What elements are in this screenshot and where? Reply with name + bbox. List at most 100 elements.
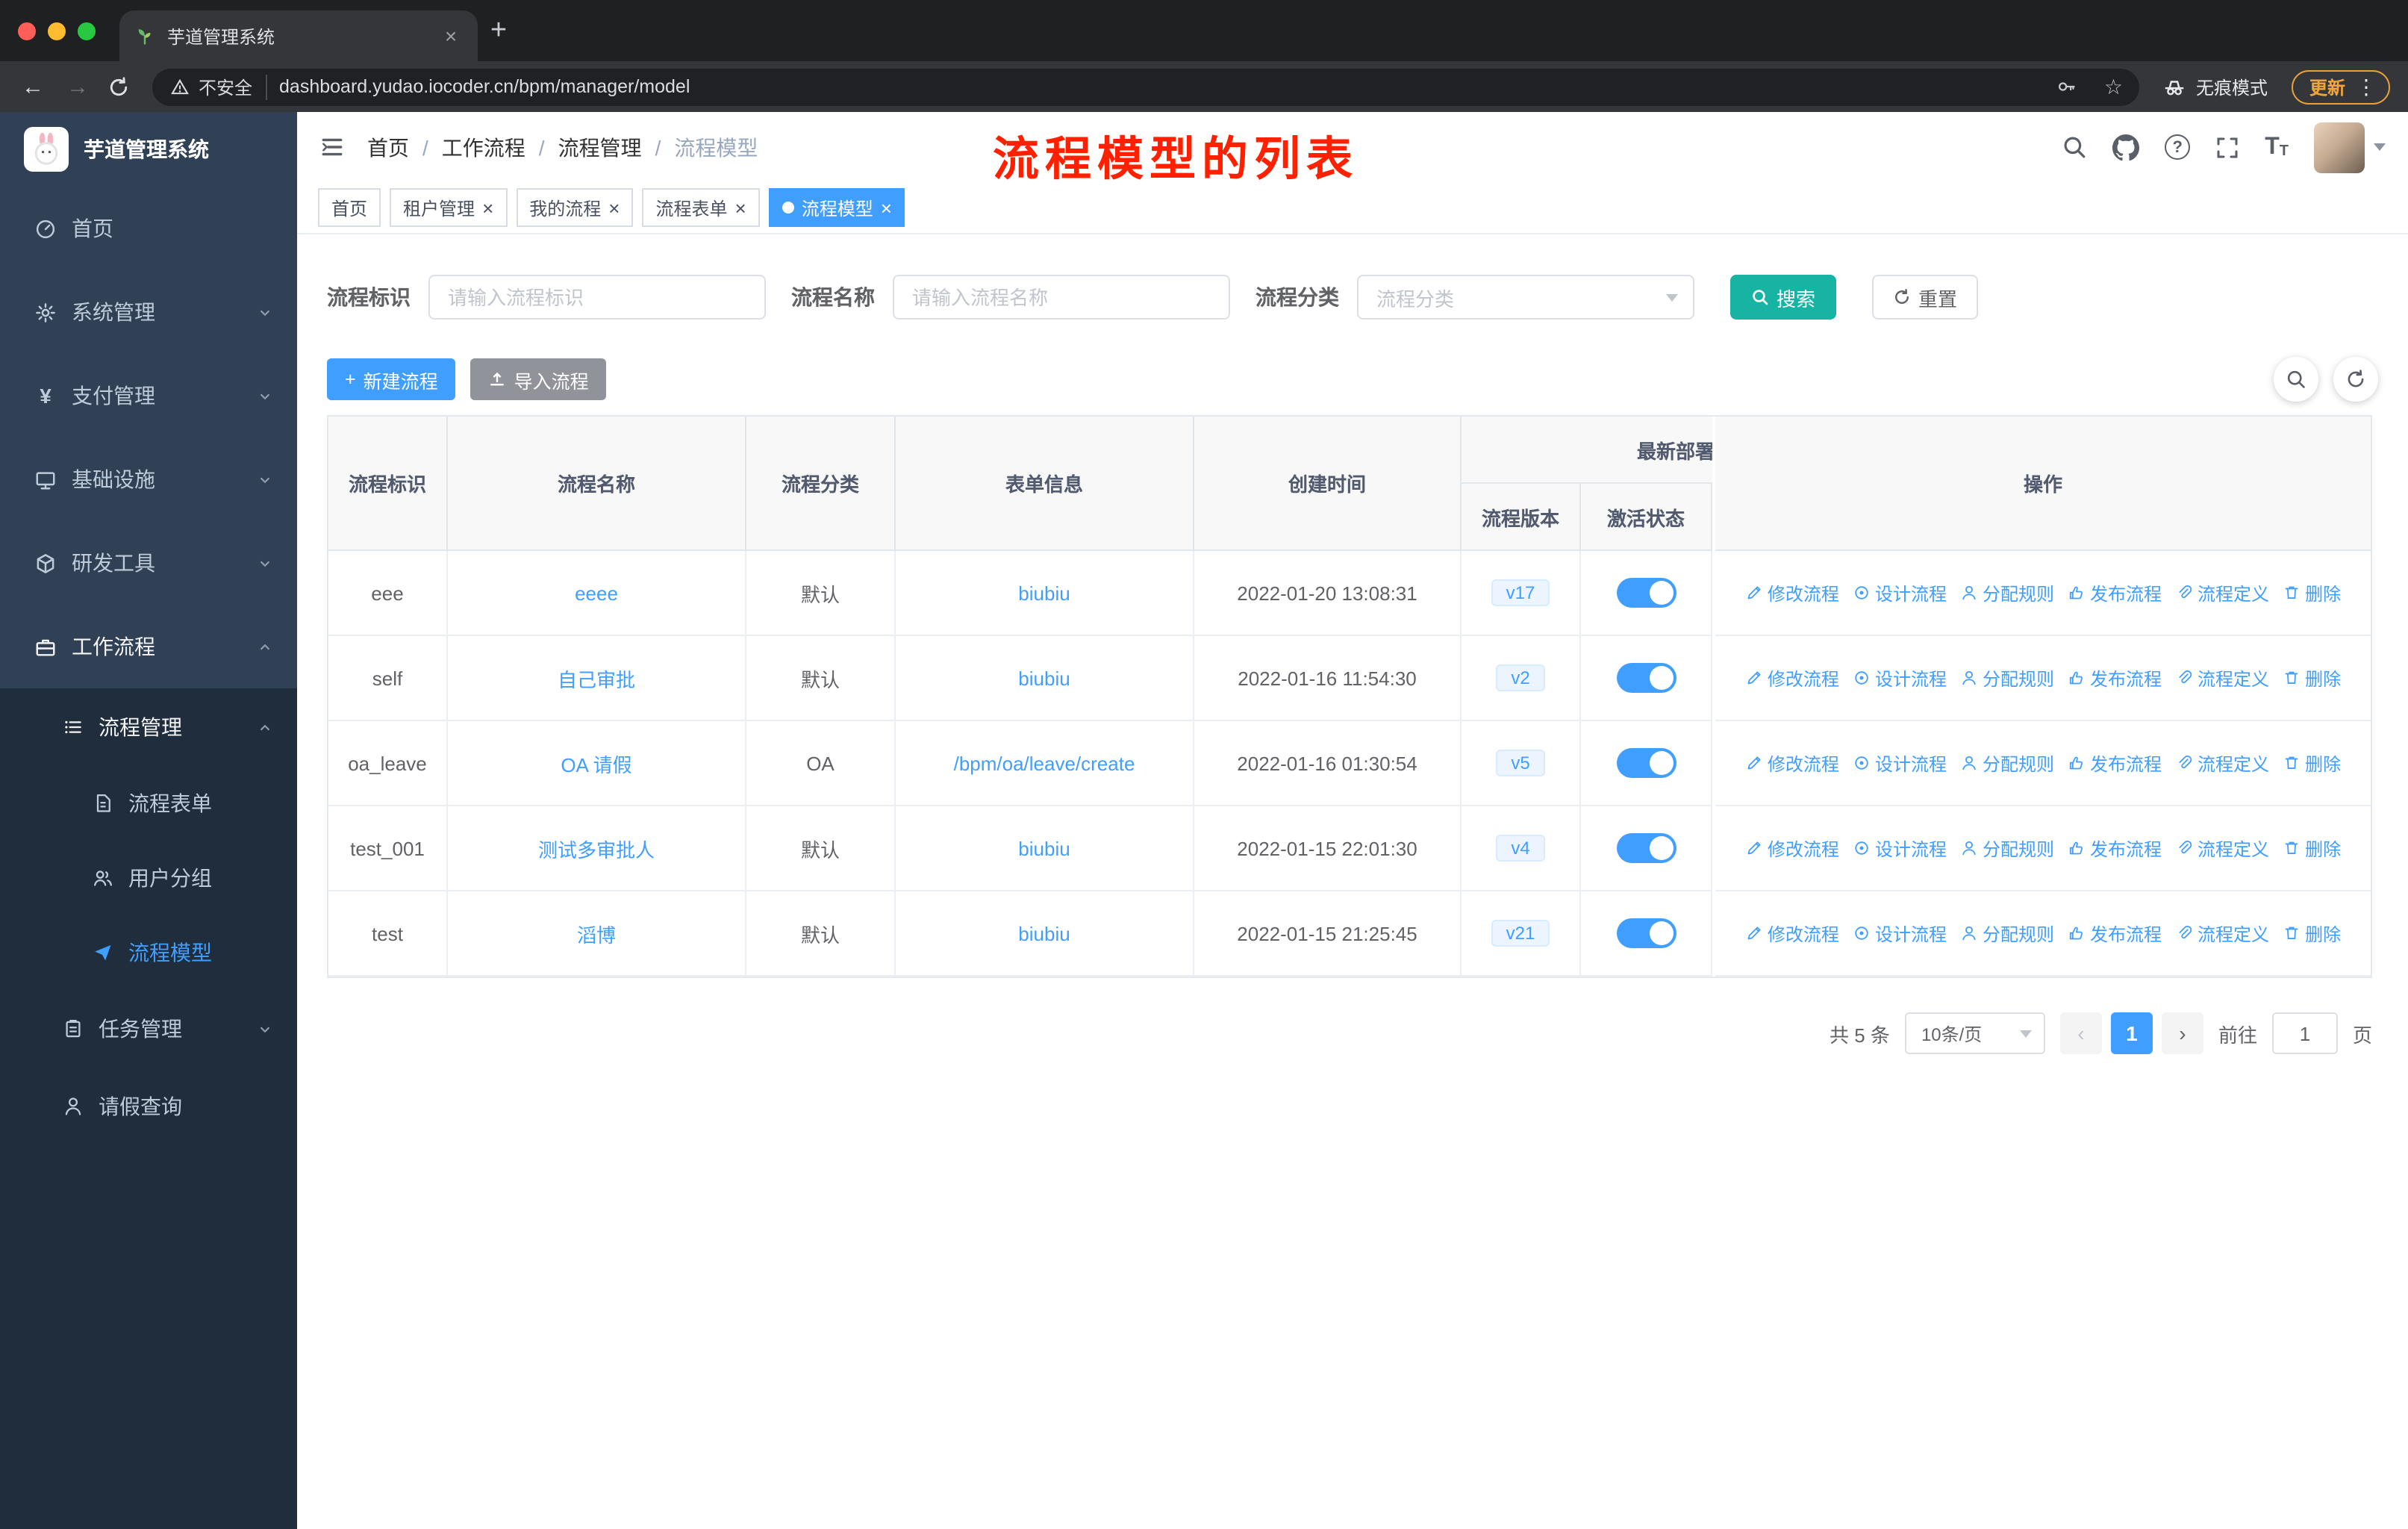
font-size-icon[interactable]: TT [2265, 134, 2289, 159]
browser-menu-icon[interactable]: ⋮ [2356, 74, 2377, 99]
action-publish-process[interactable]: 发布流程 [2068, 921, 2162, 946]
sidebar-item-infrastructure[interactable]: 基础设施 [0, 437, 297, 521]
action-delete[interactable]: 删除 [2283, 665, 2341, 691]
sidebar-item-process-management[interactable]: 流程管理 [0, 688, 297, 766]
sidebar-item-leave-query[interactable]: 请假查询 [0, 1068, 297, 1145]
window-minimize-button[interactable] [48, 22, 66, 40]
toggle-search-button[interactable] [2274, 357, 2318, 402]
action-process-definition[interactable]: 流程定义 [2175, 580, 2269, 605]
import-process-button[interactable]: 导入流程 [470, 358, 607, 400]
window-close-button[interactable] [18, 22, 36, 40]
prev-page-button[interactable]: ‹ [2059, 1012, 2102, 1054]
action-process-definition[interactable]: 流程定义 [2175, 835, 2269, 861]
goto-page-input[interactable] [2271, 1012, 2338, 1054]
process-name-input[interactable] [893, 275, 1230, 320]
action-process-definition[interactable]: 流程定义 [2175, 921, 2269, 946]
action-edit-process[interactable]: 修改流程 [1745, 665, 1839, 691]
action-edit-process[interactable]: 修改流程 [1745, 835, 1839, 861]
form-info-link[interactable]: /bpm/oa/leave/create [954, 752, 1135, 774]
sidebar-item-user-group[interactable]: 用户分组 [0, 841, 297, 915]
reset-button[interactable]: 重置 [1872, 275, 1979, 320]
action-assign-rule[interactable]: 分配规则 [1960, 835, 2054, 861]
tag-process-model[interactable]: 流程模型 × [768, 188, 905, 227]
browser-tab[interactable]: 芋道管理系统 × [119, 10, 478, 61]
form-info-link[interactable]: biubiu [1018, 582, 1070, 604]
window-zoom-button[interactable] [78, 22, 96, 40]
action-design-process[interactable]: 设计流程 [1853, 835, 1947, 861]
active-toggle[interactable] [1616, 748, 1676, 778]
action-assign-rule[interactable]: 分配规则 [1960, 750, 2054, 776]
search-icon[interactable] [2062, 134, 2087, 160]
page-button-1[interactable]: 1 [2110, 1012, 2153, 1054]
tag-home[interactable]: 首页 [318, 188, 381, 227]
action-delete[interactable]: 删除 [2283, 750, 2341, 776]
create-process-button[interactable]: + 新建流程 [327, 358, 456, 400]
tag-my-process[interactable]: 我的流程 × [516, 188, 634, 227]
action-assign-rule[interactable]: 分配规则 [1960, 580, 2054, 605]
github-icon[interactable] [2112, 134, 2140, 161]
tag-tenant-management[interactable]: 租户管理 × [390, 188, 508, 227]
tag-close-icon[interactable]: × [735, 198, 746, 217]
active-toggle[interactable] [1616, 833, 1676, 863]
password-key-icon[interactable] [2056, 76, 2077, 97]
tab-close-icon[interactable]: × [439, 24, 463, 48]
tag-close-icon[interactable]: × [881, 198, 892, 217]
sidebar-item-home[interactable]: 首页 [0, 187, 297, 270]
process-name-link[interactable]: eeee [575, 582, 618, 604]
sidebar-item-task-management[interactable]: 任务管理 [0, 990, 297, 1068]
user-avatar[interactable] [2314, 122, 2386, 172]
action-design-process[interactable]: 设计流程 [1853, 921, 1947, 946]
next-page-button[interactable]: › [2161, 1012, 2203, 1054]
action-publish-process[interactable]: 发布流程 [2068, 580, 2162, 605]
active-toggle[interactable] [1616, 918, 1676, 948]
action-assign-rule[interactable]: 分配规则 [1960, 921, 2054, 946]
back-icon[interactable]: ← [18, 74, 48, 99]
action-design-process[interactable]: 设计流程 [1853, 750, 1947, 776]
sidebar-item-payment[interactable]: ¥ 支付管理 [0, 354, 297, 437]
update-button[interactable]: 更新 ⋮ [2291, 69, 2390, 104]
tag-close-icon[interactable]: × [608, 198, 620, 217]
process-id-input[interactable] [428, 275, 766, 320]
page-size-select[interactable]: 10条/页 [1904, 1012, 2045, 1054]
new-tab-button[interactable]: + [478, 14, 520, 47]
action-edit-process[interactable]: 修改流程 [1745, 750, 1839, 776]
bookmark-star-icon[interactable]: ☆ [2104, 74, 2123, 99]
refresh-table-button[interactable] [2333, 357, 2378, 402]
tag-close-icon[interactable]: × [482, 198, 493, 217]
breadcrumb-item[interactable]: 流程管理 [558, 132, 642, 162]
form-info-link[interactable]: biubiu [1018, 837, 1070, 859]
action-delete[interactable]: 删除 [2283, 921, 2341, 946]
sidebar-toggle-icon[interactable] [319, 134, 345, 160]
security-chip[interactable]: 不安全 [170, 74, 268, 99]
action-process-definition[interactable]: 流程定义 [2175, 750, 2269, 776]
sidebar-item-devtools[interactable]: 研发工具 [0, 521, 297, 605]
search-button[interactable]: 搜索 [1730, 275, 1837, 320]
form-info-link[interactable]: biubiu [1018, 667, 1070, 689]
sidebar-item-workflow[interactable]: 工作流程 [0, 605, 297, 688]
help-icon[interactable]: ? [2165, 134, 2191, 160]
action-publish-process[interactable]: 发布流程 [2068, 665, 2162, 691]
form-info-link[interactable]: biubiu [1018, 922, 1070, 944]
process-name-link[interactable]: 自己审批 [558, 664, 635, 692]
action-publish-process[interactable]: 发布流程 [2068, 750, 2162, 776]
action-edit-process[interactable]: 修改流程 [1745, 921, 1839, 946]
action-edit-process[interactable]: 修改流程 [1745, 580, 1839, 605]
process-name-link[interactable]: 测试多审批人 [538, 834, 655, 862]
breadcrumb-item[interactable]: 首页 [367, 132, 409, 162]
category-select[interactable]: 流程分类 [1357, 275, 1694, 320]
tag-process-form[interactable]: 流程表单 × [642, 188, 760, 227]
action-delete[interactable]: 删除 [2283, 835, 2341, 861]
action-design-process[interactable]: 设计流程 [1853, 665, 1947, 691]
address-bar[interactable]: 不安全 dashboard.yudao.iocoder.cn/bpm/manag… [152, 68, 2139, 105]
forward-icon[interactable]: → [63, 74, 93, 99]
fullscreen-icon[interactable] [2215, 135, 2239, 159]
reload-icon[interactable] [107, 75, 137, 98]
action-publish-process[interactable]: 发布流程 [2068, 835, 2162, 861]
process-name-link[interactable]: 滔博 [577, 919, 616, 947]
action-process-definition[interactable]: 流程定义 [2175, 665, 2269, 691]
sidebar-item-process-model[interactable]: 流程模型 [0, 915, 297, 990]
active-toggle[interactable] [1616, 663, 1676, 693]
active-toggle[interactable] [1616, 578, 1676, 608]
action-design-process[interactable]: 设计流程 [1853, 580, 1947, 605]
breadcrumb-item[interactable]: 工作流程 [442, 132, 525, 162]
